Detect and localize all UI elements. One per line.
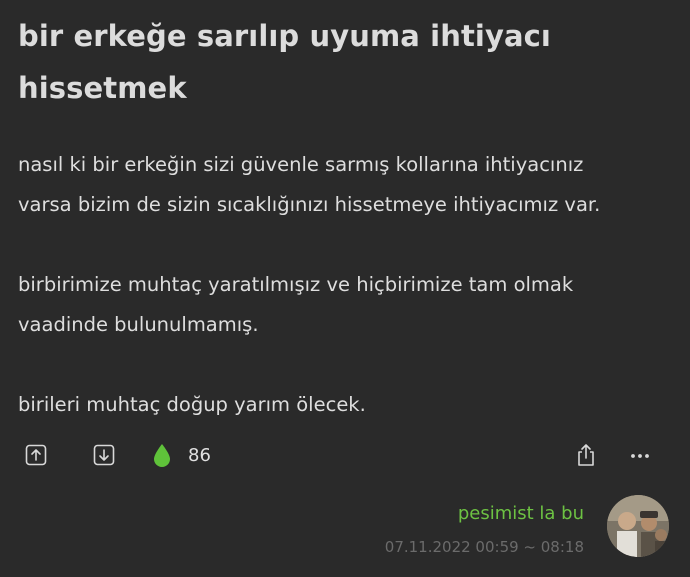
downvote-arrow-icon: [93, 444, 115, 466]
entry-actions-bar: 86: [0, 438, 690, 474]
favorite-count[interactable]: 86: [188, 445, 211, 466]
entry-line: birbirimize muhtaç yaratılmışız ve hiçbi…: [18, 273, 574, 296]
entry-line: nasıl ki bir erkeğin sizi güvenle sarmış…: [18, 153, 584, 176]
downvote-button[interactable]: [92, 443, 116, 467]
share-button[interactable]: [574, 443, 598, 467]
entry-line: birileri muhtaç doğup yarım ölecek.: [18, 393, 366, 416]
entry-title[interactable]: bir erkeğe sarılıp uyuma ihtiyacı hisset…: [18, 10, 658, 114]
share-icon: [578, 444, 594, 466]
entry-paragraph: nasıl ki bir erkeğin sizi güvenle sarmış…: [18, 145, 678, 225]
entry-date-link[interactable]: 07.11.2022 00:59 ~ 08:18: [385, 538, 584, 556]
entry-body: nasıl ki bir erkeğin sizi güvenle sarmış…: [18, 145, 678, 425]
avatar[interactable]: [607, 495, 669, 557]
entry-line: vaadinde bulunulmamış.: [18, 313, 259, 336]
upvote-button[interactable]: [24, 443, 48, 467]
favorite-button[interactable]: [150, 443, 174, 467]
more-options-button[interactable]: [628, 443, 652, 467]
entry-paragraph: birbirimize muhtaç yaratılmışız ve hiçbi…: [18, 265, 678, 345]
entry-title-line-1: bir erkeğe sarılıp uyuma ihtiyacı: [18, 19, 551, 53]
avatar-photo-icon: [607, 495, 669, 557]
upvote-arrow-icon: [25, 444, 47, 466]
author-name-link[interactable]: pesimist la bu: [458, 503, 584, 524]
entry-title-line-2: hissetmek: [18, 71, 187, 105]
more-dots-icon: [631, 454, 649, 458]
entry-line: varsa bizim de sizin sıcaklığınızı hisse…: [18, 193, 601, 216]
entry-paragraph: birileri muhtaç doğup yarım ölecek.: [18, 385, 678, 425]
drop-icon: [154, 444, 170, 467]
